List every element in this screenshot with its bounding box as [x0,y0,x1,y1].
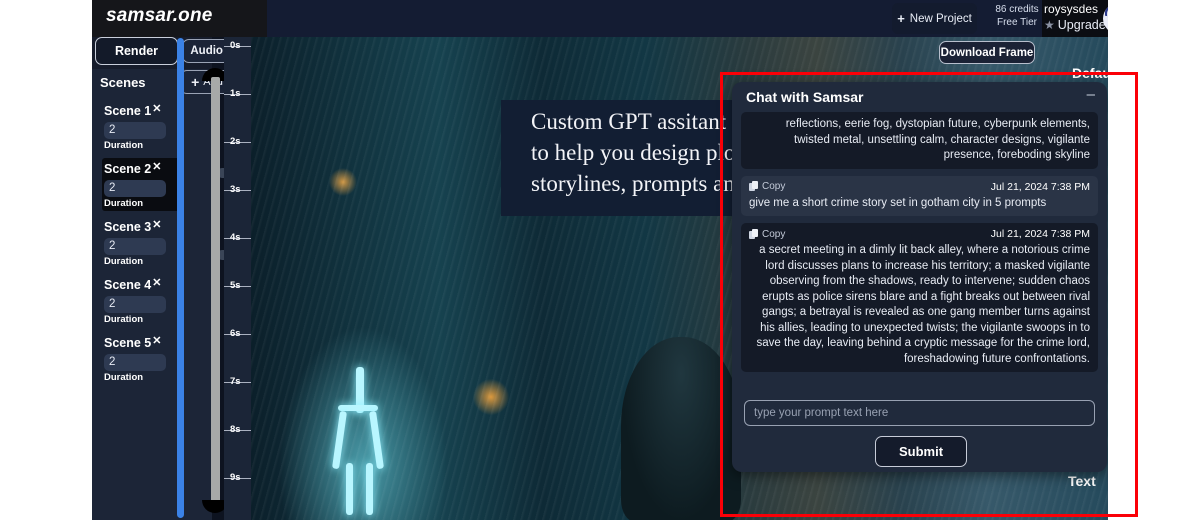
message-text: give me a short crime story set in gotha… [749,196,1047,209]
ruler-tick-label: 5s [230,280,241,291]
render-button[interactable]: Render [95,37,178,65]
ruler-tick: 8s [224,424,251,435]
scene-duration-label: Duration [104,198,144,209]
scene-duration-input[interactable]: 2 [104,180,166,197]
message-timestamp: Jul 21, 2024 7:38 PM [990,180,1090,193]
scene-name: Scene 1 [104,104,152,118]
app-logo: samsar.one [106,5,213,26]
upgrade-label: Upgrade [1057,18,1106,32]
message-text: reflections, eerie fog, dystopian future… [785,118,1090,161]
left-sidebar: Render Audio › Scenes + Add Scene 1✕2Dur… [92,37,238,520]
ruler-tick: 3s [224,184,251,195]
ruler-tick-label: 0s [230,40,241,51]
scene-duration-input[interactable]: 2 [104,354,166,371]
message-text: a secret meeting in a dimly lit back all… [756,244,1090,365]
scene-duration-label: Duration [104,140,144,151]
close-icon[interactable]: ✕ [152,219,161,231]
chat-panel[interactable]: Chat with Samsar – reflections, eerie fo… [732,82,1107,472]
glowing-figure [326,367,400,517]
scene-duration-label: Duration [104,314,144,325]
plus-icon: + [191,74,200,90]
copy-icon [749,228,758,240]
timeline-ruler: 0s 1s 2s 3s 4s 5s 6s 7s 8s 9s [224,37,252,520]
copy-icon [749,181,758,192]
credits-tier: Free Tier [996,17,1037,28]
text-tool-label[interactable]: Text [1068,473,1096,489]
ruler-tick-label: 8s [230,424,241,435]
range-slider-track[interactable] [211,77,220,507]
ruler-tick: 9s [224,472,251,483]
scene-item[interactable]: Scene 3✕ 2 Duration [102,216,181,269]
scene-name: Scene 5 [104,336,152,350]
scene-item[interactable]: Scene 1✕ 2 Duration [102,100,181,153]
brand-zone: samsar.one [92,0,267,37]
ruler-tick: 5s [224,280,251,291]
message-meta: Copy Jul 21, 2024 7:38 PM [749,181,1090,193]
new-project-button[interactable]: + New Project [892,3,977,34]
ruler-tick: 2s [224,136,251,147]
copy-label: Copy [762,228,786,240]
ruler-tick: 4s [224,232,251,243]
scene-item[interactable]: Scene 2✕ 2 Duration [102,158,181,211]
star-icon: ★ [1044,18,1055,32]
ruler-tick: 7s [224,376,251,387]
copy-button[interactable]: Copy [749,181,785,192]
plus-icon: + [897,11,905,26]
chat-message: Copy Jul 21, 2024 7:38 PM a secret meeting… [741,223,1098,372]
scene-item[interactable]: Scene 5✕ 2 Duration [102,332,181,385]
ruler-tick-label: 2s [230,136,241,147]
copy-label: Copy [762,181,786,192]
close-icon[interactable]: ✕ [152,277,161,289]
ruler-tick-label: 3s [230,184,241,195]
copy-button[interactable]: Copy [749,228,786,240]
upgrade-button[interactable]: ★ Upgrade [1044,18,1106,32]
close-icon[interactable]: ✕ [152,161,161,173]
message-meta: Copy Jul 21, 2024 7:38 PM [749,228,1090,240]
scenes-title: Scenes [100,75,146,90]
ruler-tick-label: 4s [230,232,241,243]
username-label: roysysdes [1044,2,1099,16]
scene-name: Scene 4 [104,278,152,292]
scene-scrollbar[interactable] [177,38,184,518]
scene-duration-label: Duration [104,256,144,267]
chat-message: reflections, eerie fog, dystopian future… [741,112,1098,169]
ruler-tick-label: 7s [230,376,241,387]
ruler-tick-label: 9s [230,472,241,483]
scene-duration-input[interactable]: 2 [104,296,166,313]
chat-message-list[interactable]: reflections, eerie fog, dystopian future… [741,112,1098,394]
scene-duration-input[interactable]: 2 [104,238,166,255]
chat-title: Chat with Samsar [746,89,864,105]
defaults-label: Defaults [1072,65,1108,81]
audio-label: Audio [190,45,223,57]
top-bar-right [267,0,1108,37]
credits-count: 86 credits [995,4,1039,15]
scene-item[interactable]: Scene 4✕ 2 Duration [102,274,181,327]
new-project-label: New Project [909,12,972,25]
scene-list: Scene 1✕ 2 Duration Scene 2✕ 2 Duration Scene … [92,100,212,390]
scene-name: Scene 2 [104,162,152,176]
scene-duration-input[interactable]: 2 [104,122,166,139]
ruler-tick: 1s [224,88,251,99]
close-icon[interactable]: ✕ [152,335,161,347]
top-bar: samsar.one + New Project 86 credits Free… [92,0,1108,37]
scene-duration-label: Duration [104,372,144,383]
close-icon[interactable]: ✕ [152,103,161,115]
ruler-tick-label: 6s [230,328,241,339]
download-frame-button[interactable]: Download Frame [939,41,1035,64]
credits-info: 86 credits Free Tier [988,3,1046,29]
ruler-tick: 6s [224,328,251,339]
minimize-icon[interactable]: – [1087,87,1095,102]
scene-name: Scene 3 [104,220,152,234]
ruler-tick-label: 1s [230,88,241,99]
app-window: samsar.one + New Project 86 credits Free… [92,0,1108,520]
chat-message: Copy Jul 21, 2024 7:38 PM give me a short … [741,175,1098,216]
ruler-tick: 0s [224,40,251,51]
prompt-input[interactable]: type your prompt text here [744,400,1095,426]
submit-button[interactable]: Submit [875,436,967,467]
message-timestamp: Jul 21, 2024 7:38 PM [990,228,1090,240]
hooded-figure [621,337,741,520]
